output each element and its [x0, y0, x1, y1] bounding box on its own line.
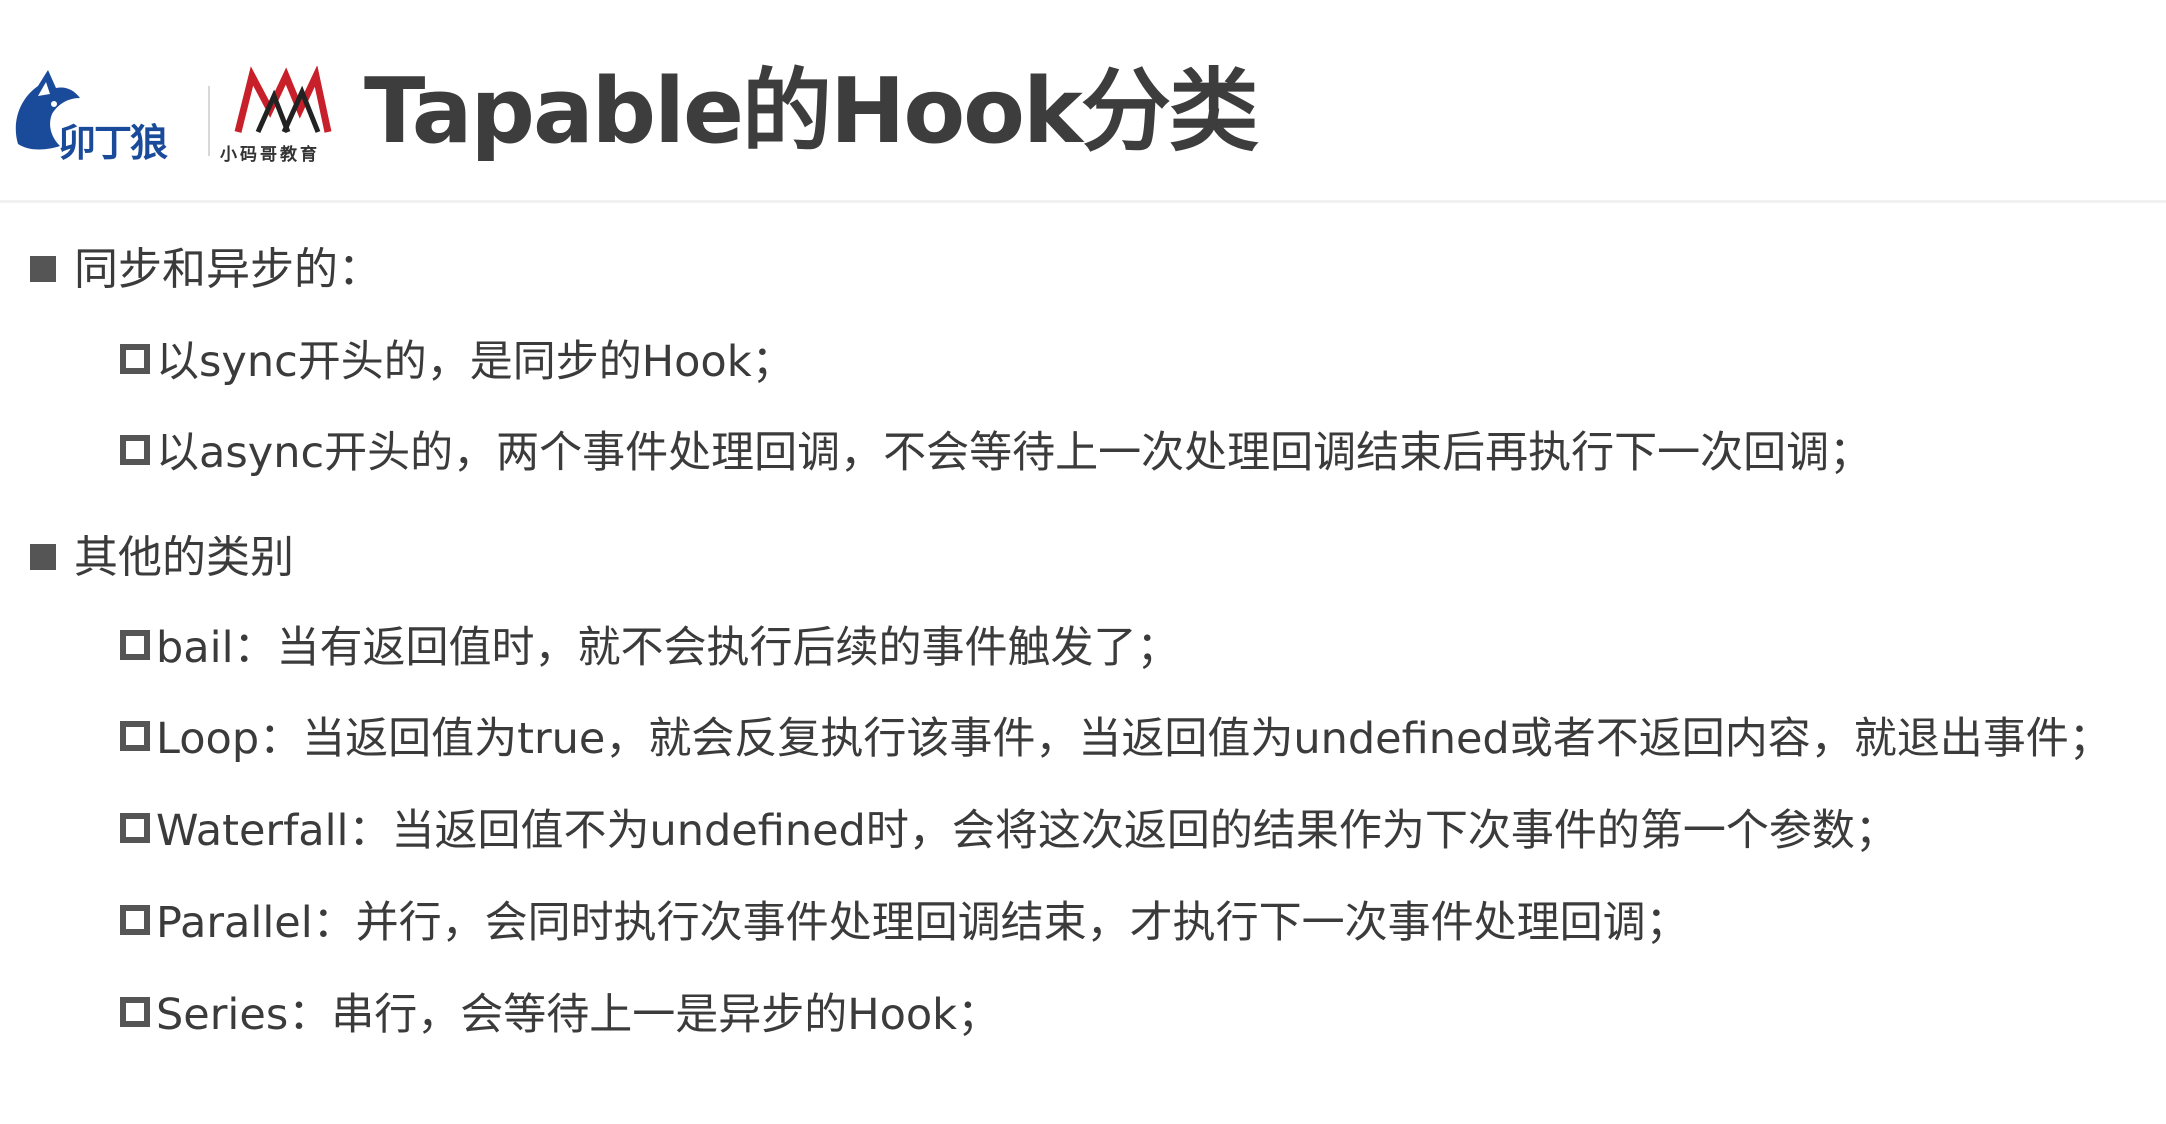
hollow-square-bullet-icon [120, 435, 150, 465]
list-item: Waterfall：当返回值不为undefined时，会将这次返回的结果作为下次… [120, 803, 1898, 859]
wolf-logo: 卯丁狼 [8, 66, 204, 170]
hollow-square-bullet-icon [120, 630, 150, 660]
page-title: Tapable的Hook分类 [364, 59, 1259, 164]
square-bullet-icon [30, 544, 56, 570]
section-heading-sync-async: 同步和异步的： [30, 242, 382, 298]
hollow-square-bullet-icon [120, 813, 150, 843]
list-item: Series：串行，会等待上一是异步的Hook； [120, 987, 1000, 1043]
list-item: bail：当有返回值时，就不会执行后续的事件触发了； [120, 620, 1180, 676]
section-heading-other-types: 其他的类别 [30, 530, 294, 586]
list-item: Loop：当返回值为true，就会反复执行该事件，当返回值为undefined或… [120, 711, 2112, 767]
hollow-square-bullet-icon [120, 905, 150, 935]
logo-divider [208, 86, 210, 156]
wolf-logo-text: 卯丁狼 [58, 121, 168, 165]
mm-mark-icon [234, 65, 332, 134]
list-item: Parallel：并行，会同时执行次事件处理回调结束，才执行下一次事件处理回调； [120, 895, 1689, 951]
hollow-square-bullet-icon [120, 344, 150, 374]
list-item: 以sync开头的，是同步的Hook； [120, 334, 795, 390]
list-item: 以async开头的，两个事件处理回调，不会等待上一次处理回调结束后再执行下一次回… [120, 425, 1872, 481]
xiaomage-logo: 小码哥教育 [218, 65, 342, 170]
hollow-square-bullet-icon [120, 721, 150, 751]
hollow-square-bullet-icon [120, 997, 150, 1027]
slide-header: 卯丁狼 小码哥教育 Tapable的Hook分类 [0, 0, 2166, 203]
xiaomage-logo-text: 小码哥教育 [220, 145, 320, 165]
logo-group: 卯丁狼 小码哥教育 [8, 65, 338, 170]
square-bullet-icon [30, 256, 56, 282]
